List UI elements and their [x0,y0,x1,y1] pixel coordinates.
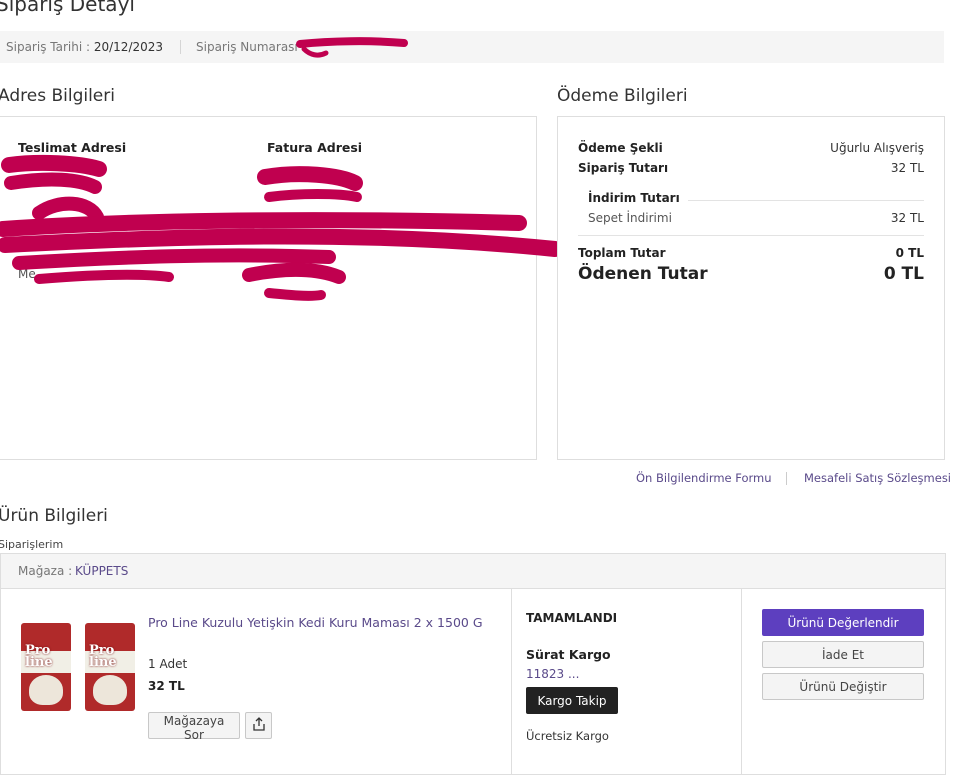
exchange-product-button[interactable]: Ürünü Değiştir [762,673,924,700]
store-name-link[interactable]: KÜPPETS [75,564,128,578]
payment-box: Ödeme Şekli Uğurlu Alışveriş Sipariş Tut… [557,116,945,460]
grand-total-row: Toplam Tutar 0 TL [578,246,924,264]
grand-total-label: Toplam Tutar [578,246,666,260]
total-divider [578,235,924,236]
product-section-title: Ürün Bilgileri [0,506,108,526]
payment-method-value: Uğurlu Alışveriş [830,141,924,155]
paid-amount-row: Ödenen Tutar 0 TL [578,264,924,288]
product-name-link[interactable]: Pro Line Kuzulu Yetişkin Kedi Kuru Mamas… [148,615,483,630]
product-image-2[interactable]: Pro line [85,623,135,711]
distance-sales-link[interactable]: Mesafeli Satış Sözleşmesi [804,471,951,485]
ask-store-button[interactable]: Mağazaya Sor [148,712,240,742]
order-info-bar: Sipariş Tarihi : 20/12/2023 Sipariş Numa… [0,31,944,63]
carrier-name: Sürat Kargo [526,647,611,662]
column-divider-2 [741,589,742,774]
order-date-label: Sipariş Tarihi : [6,40,91,54]
breadcrumb[interactable]: Siparişlerim [0,538,63,551]
order-total-row: Sipariş Tutarı 32 TL [578,161,924,179]
product-panel: Mağaza : KÜPPETS Pro line Pro line Pro Lin… [0,553,946,775]
payment-method-row: Ödeme Şekli Uğurlu Alışveriş [578,141,924,159]
address-box: Teslimat Adresi Fatura Adresi Me [0,116,559,460]
store-bar: Mağaza : KÜPPETS [1,554,945,589]
store-label: Mağaza : [18,564,73,578]
order-bar-divider [180,40,181,54]
invoice-address-title: Fatura Adresi [267,140,363,155]
order-total-value: 32 TL [890,161,924,175]
paid-amount-label: Ödenen Tutar [578,264,708,284]
address-fragment: Me [18,267,36,281]
share-icon [252,717,265,731]
grand-total-value: 0 TL [895,246,924,260]
pack-logo: Pro line [89,643,117,670]
links-divider [786,472,787,485]
cart-discount-row: Sepet İndirimi 32 TL [588,211,924,229]
free-shipping-note: Ücretsiz Kargo [526,729,609,743]
discount-title: İndirim Tutarı [588,191,680,205]
order-status: TAMAMLANDI [526,611,618,625]
order-total-label: Sipariş Tutarı [578,161,669,175]
track-shipment-button[interactable]: Kargo Takip [526,687,618,714]
order-number-label: Sipariş Numarası [196,40,298,54]
cat-illustration [29,675,63,705]
paid-amount-value: 0 TL [883,264,924,284]
product-quantity: 1 Adet [148,657,188,671]
cart-discount-label: Sepet İndirimi [588,211,672,225]
order-date-value: 20/12/2023 [93,40,164,54]
rate-product-button[interactable]: Ürünü Değerlendir [762,609,924,636]
tracking-number-link[interactable]: 11823 ... [526,667,579,681]
pack-logo: Pro line [25,643,53,670]
product-image-1[interactable]: Pro line [21,623,71,711]
payment-section-title: Ödeme Bilgileri [557,86,688,106]
delivery-address-title: Teslimat Adresi [18,140,127,155]
order-date: Sipariş Tarihi : 20/12/2023 [6,40,163,54]
column-divider-1 [511,589,512,774]
cat-illustration [93,675,127,705]
return-button[interactable]: İade Et [762,641,924,668]
cart-discount-value: 32 TL [890,211,924,225]
payment-method-label: Ödeme Şekli [578,141,663,155]
share-button[interactable] [245,712,272,739]
page-title: Sipariş Detayı [0,0,135,16]
address-section-title: Adres Bilgileri [0,86,115,106]
product-price: 32 TL [148,679,185,693]
discount-divider [688,200,924,201]
pre-info-form-link[interactable]: Ön Bilgilendirme Formu [636,471,772,485]
